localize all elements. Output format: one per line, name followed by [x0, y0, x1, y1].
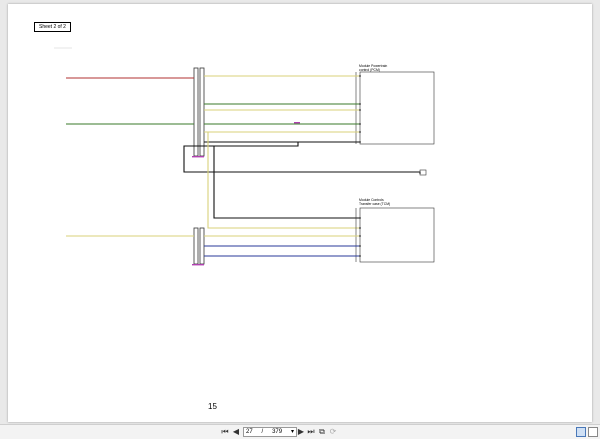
- page-number: 15: [208, 402, 217, 411]
- current-page: 27: [246, 429, 253, 435]
- chevron-down-icon[interactable]: ▾: [291, 428, 294, 436]
- connector-block-upper-left: [193, 67, 199, 157]
- wire-black-loop: [183, 142, 421, 174]
- two-page-view-icon[interactable]: [588, 427, 598, 437]
- wiring-diagram: Module Powertrain control (PCM) Module C…: [54, 47, 435, 266]
- page-number-input[interactable]: 27 / 379 ▾: [243, 427, 297, 437]
- connector-block-lower-left: [193, 227, 199, 265]
- last-page-icon[interactable]: ⏭: [307, 427, 315, 437]
- terminal-right: [419, 169, 427, 176]
- connector-marker: [192, 156, 198, 158]
- svg-text:Transfer case (TCM): Transfer case (TCM): [359, 202, 390, 206]
- refresh-icon[interactable]: ⟳: [329, 427, 337, 437]
- document-page: Sheet 2 of 2 Module Powertrain control (…: [8, 4, 592, 422]
- svg-text:control (PCM): control (PCM): [359, 68, 380, 72]
- connector-block-lower-right: [199, 227, 205, 265]
- pcm-module-box: [359, 71, 435, 145]
- copy-icon[interactable]: ⧉: [318, 427, 326, 437]
- single-page-view-icon[interactable]: [576, 427, 586, 437]
- connector-marker: [294, 122, 300, 124]
- pdf-viewer: Sheet 2 of 2 Module Powertrain control (…: [0, 0, 600, 439]
- next-page-icon[interactable]: ▶: [297, 427, 305, 437]
- prev-page-icon[interactable]: ◀: [232, 427, 240, 437]
- page-separator: /: [261, 429, 264, 435]
- tcm-module-box: [359, 207, 435, 263]
- first-page-icon[interactable]: ⏮: [221, 427, 229, 437]
- connector-marker: [198, 264, 204, 266]
- wire-black-to-tcm: [213, 146, 360, 219]
- total-pages: 379: [272, 429, 283, 435]
- connector-block-upper-right: [199, 67, 205, 157]
- connector-marker: [198, 156, 204, 158]
- pdf-toolbar: ⏮ ◀ 27 / 379 ▾ ▶ ⏭ ⧉ ⟳: [0, 424, 600, 439]
- connector-marker: [192, 264, 198, 266]
